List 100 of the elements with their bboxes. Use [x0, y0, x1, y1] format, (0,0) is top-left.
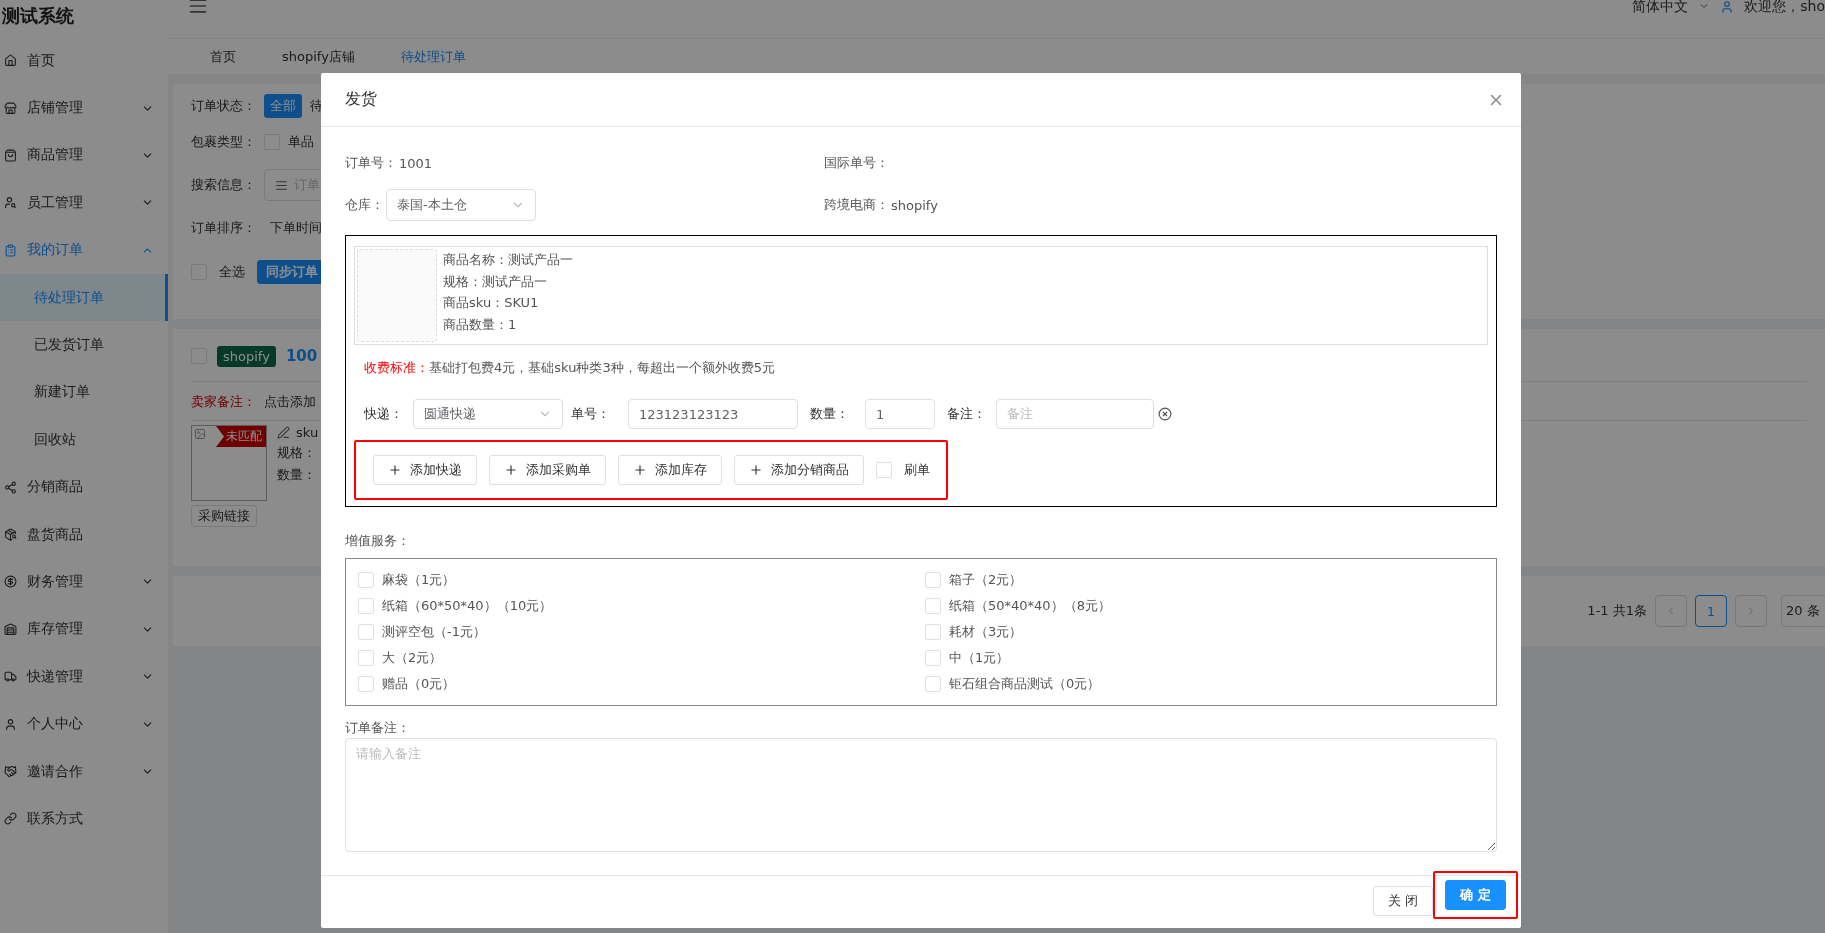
- tab[interactable]: 首页: [198, 47, 270, 66]
- product-detail: 商品名称：测试产品一: [443, 251, 573, 269]
- checkbox[interactable]: [876, 462, 892, 478]
- sidebar-item[interactable]: 回收站: [0, 416, 168, 464]
- field-label: 单号：: [571, 405, 610, 423]
- user-search-icon: [4, 196, 17, 210]
- service-option-label: 中（1元）: [949, 649, 1010, 667]
- sidebar-item[interactable]: 店铺管理: [0, 84, 168, 132]
- service-option-label: 纸箱（50*40*40）（8元）: [949, 597, 1111, 615]
- platform-value: shopify: [891, 197, 938, 213]
- unmatched-badge: 未匹配: [216, 426, 266, 447]
- quantity-label: 数量：: [277, 466, 317, 484]
- sidebar-item[interactable]: 个人中心: [0, 700, 168, 748]
- sidebar-item[interactable]: 盘货商品: [0, 510, 168, 559]
- sidebar-item[interactable]: 分销商品: [0, 463, 168, 511]
- spec-label: 规格：: [277, 444, 317, 462]
- order-number-label: 订单号：: [345, 154, 397, 172]
- seller-note-label: 卖家备注：: [191, 393, 256, 411]
- international-number-label: 国际单号：: [824, 154, 889, 172]
- share-icon: [4, 480, 17, 494]
- purchase-link-button[interactable]: 采购链接: [191, 505, 257, 527]
- add-button[interactable]: 添加快递: [373, 455, 477, 485]
- page-size-select[interactable]: 20 条: [1781, 595, 1825, 627]
- checkbox[interactable]: [358, 572, 374, 588]
- handshake-icon: [4, 765, 17, 779]
- order-note-field[interactable]: 请输入备注: [345, 738, 1497, 852]
- app-title: 测试系统: [1, 4, 75, 28]
- close-button[interactable]: 关 闭: [1373, 886, 1434, 916]
- checkbox[interactable]: [925, 624, 941, 640]
- bag-icon: [4, 148, 17, 162]
- service-option-label: 纸箱（60*50*40）（10元）: [382, 597, 553, 615]
- add-button[interactable]: 添加分销商品: [734, 455, 864, 485]
- menu-icon[interactable]: [188, 0, 208, 16]
- add-button[interactable]: 添加采购单: [489, 455, 606, 485]
- sidebar-item[interactable]: 新建订单: [0, 368, 168, 417]
- checkbox[interactable]: [925, 650, 941, 666]
- filter-label: 包裹类型：: [191, 133, 256, 151]
- sidebar-item[interactable]: 联系方式: [0, 795, 168, 843]
- broken-image-icon: [194, 428, 206, 440]
- order-number-value: 1001: [399, 155, 433, 171]
- user-icon: [4, 717, 17, 731]
- sidebar-item[interactable]: 快递管理: [0, 653, 168, 701]
- checkbox[interactable]: [358, 598, 374, 614]
- field-label: 快递：: [364, 405, 403, 423]
- sidebar-item[interactable]: 财务管理: [0, 558, 168, 606]
- service-option-label: 钜石组合商品测试（0元）: [949, 675, 1101, 693]
- service-option-label: 麻袋（1元）: [382, 571, 456, 589]
- tab[interactable]: shopify店铺: [270, 47, 389, 66]
- checkbox[interactable]: [358, 650, 374, 666]
- product-detail: 规格：测试产品一: [443, 272, 548, 291]
- sidebar-item[interactable]: 已发货订单: [0, 321, 168, 369]
- courier-select[interactable]: 圆通快递: [413, 399, 563, 429]
- confirm-button[interactable]: 确 定: [1445, 880, 1506, 910]
- checkbox[interactable]: [925, 572, 941, 588]
- user-icon: [1720, 0, 1735, 14]
- product-detail: 商品数量：1: [443, 315, 518, 334]
- service-option-label: 耗材（3元）: [949, 623, 1023, 641]
- checkbox-label: 全选: [219, 263, 245, 281]
- quantity-field[interactable]: 1: [865, 399, 935, 429]
- filter-label: 搜索信息：: [191, 176, 256, 194]
- dialog-title: 发货: [345, 89, 377, 110]
- product-detail: 商品sku：SKU1: [443, 294, 540, 312]
- checkbox[interactable]: [925, 676, 941, 692]
- home-icon: [4, 54, 17, 68]
- warehouse-select[interactable]: 泰国-本土仓: [386, 189, 536, 221]
- truck-icon: [4, 670, 17, 684]
- filter-label: 订单排序：: [191, 219, 256, 237]
- status-option[interactable]: 待: [310, 97, 323, 115]
- sidebar-item[interactable]: 商品管理: [0, 131, 168, 180]
- plus-icon: [633, 463, 647, 477]
- edit-icon[interactable]: [277, 426, 290, 439]
- sidebar-item[interactable]: 邀请合作: [0, 747, 168, 796]
- next-page-button[interactable]: [1735, 595, 1767, 627]
- clipboard-icon: [4, 243, 17, 257]
- add-button[interactable]: 添加库存: [618, 455, 722, 485]
- link-icon: [4, 812, 17, 826]
- checkbox[interactable]: [925, 598, 941, 614]
- add-note-link[interactable]: 点击添加: [264, 393, 316, 411]
- service-option-label: 赠品（0元）: [382, 675, 456, 693]
- warehouse-label: 仓库：: [345, 196, 384, 214]
- fee-standard-text: 收费标准：基础打包费4元，基础sku种类3种，每超出一个额外收费5元: [364, 359, 776, 377]
- sort-option[interactable]: 下单时间: [270, 219, 322, 237]
- sidebar-item[interactable]: 库存管理: [0, 605, 168, 654]
- section-label: 增值服务：: [345, 532, 411, 550]
- section-label: 订单备注：: [345, 719, 411, 737]
- remove-icon[interactable]: [1158, 407, 1172, 421]
- filter-label: 订单状态：: [191, 97, 256, 115]
- sidebar-item[interactable]: 员工管理: [0, 179, 168, 227]
- language-selector[interactable]: 简体中文: [1632, 0, 1689, 16]
- checkbox[interactable]: [358, 624, 374, 640]
- service-option-label: 箱子（2元）: [949, 571, 1023, 589]
- tracking-number-field[interactable]: 123123123123: [628, 399, 798, 429]
- field-label: 备注：: [947, 405, 986, 423]
- field-label: 数量：: [810, 405, 849, 423]
- checkbox-label: 刷单: [904, 461, 930, 479]
- checkbox[interactable]: [358, 676, 374, 692]
- package-icon: [4, 528, 17, 542]
- sidebar-item[interactable]: 首页: [0, 37, 168, 85]
- plus-icon: [749, 463, 763, 477]
- status-option[interactable]: 全部: [264, 94, 302, 118]
